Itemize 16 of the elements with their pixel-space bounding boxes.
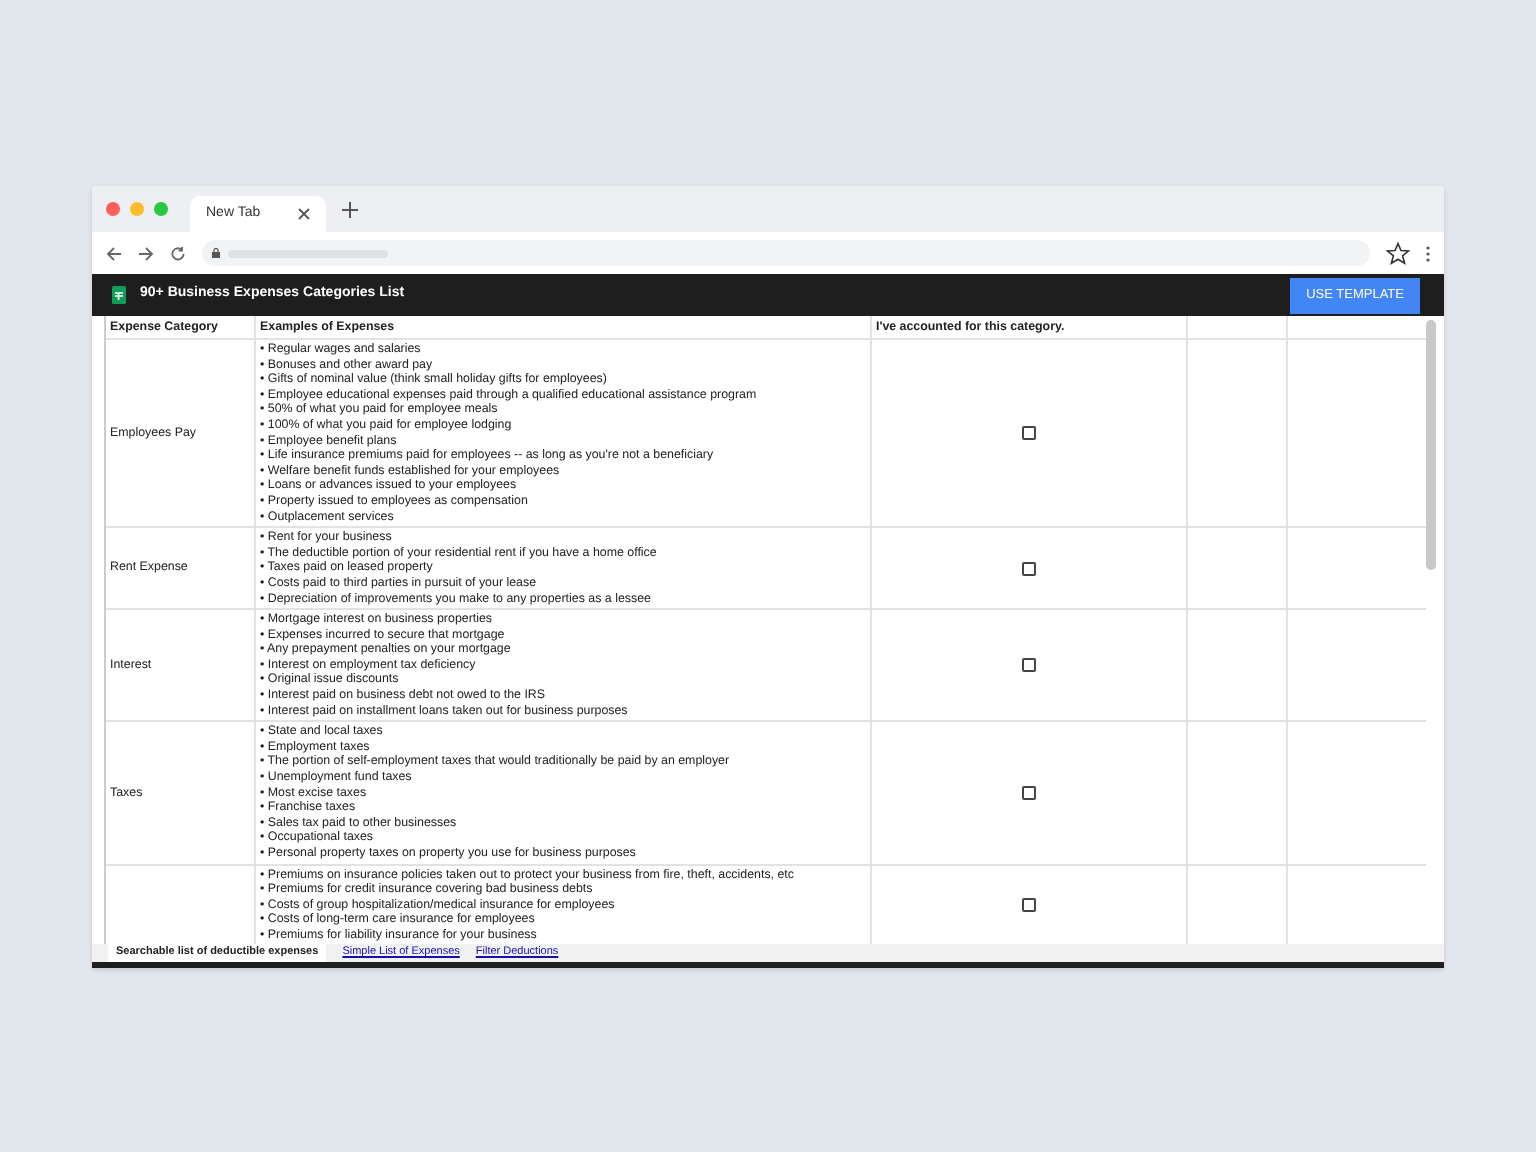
reload-icon[interactable] — [170, 245, 186, 261]
checkbox[interactable] — [1022, 898, 1036, 913]
sheets-icon — [112, 286, 126, 304]
lock-icon — [212, 248, 220, 258]
back-icon[interactable] — [106, 245, 122, 261]
scrollbar-thumb[interactable] — [1426, 320, 1436, 570]
star-icon[interactable] — [1386, 241, 1410, 265]
close-icon[interactable] — [298, 208, 310, 220]
forward-icon[interactable] — [138, 245, 154, 261]
checkbox[interactable] — [1022, 658, 1036, 673]
close-window-icon[interactable] — [106, 202, 120, 216]
checkbox[interactable] — [1022, 426, 1036, 441]
new-tab-icon[interactable] — [342, 201, 358, 217]
empty-cell — [1188, 316, 1288, 340]
checkbox[interactable] — [1022, 561, 1036, 576]
checkbox[interactable] — [1022, 785, 1036, 800]
